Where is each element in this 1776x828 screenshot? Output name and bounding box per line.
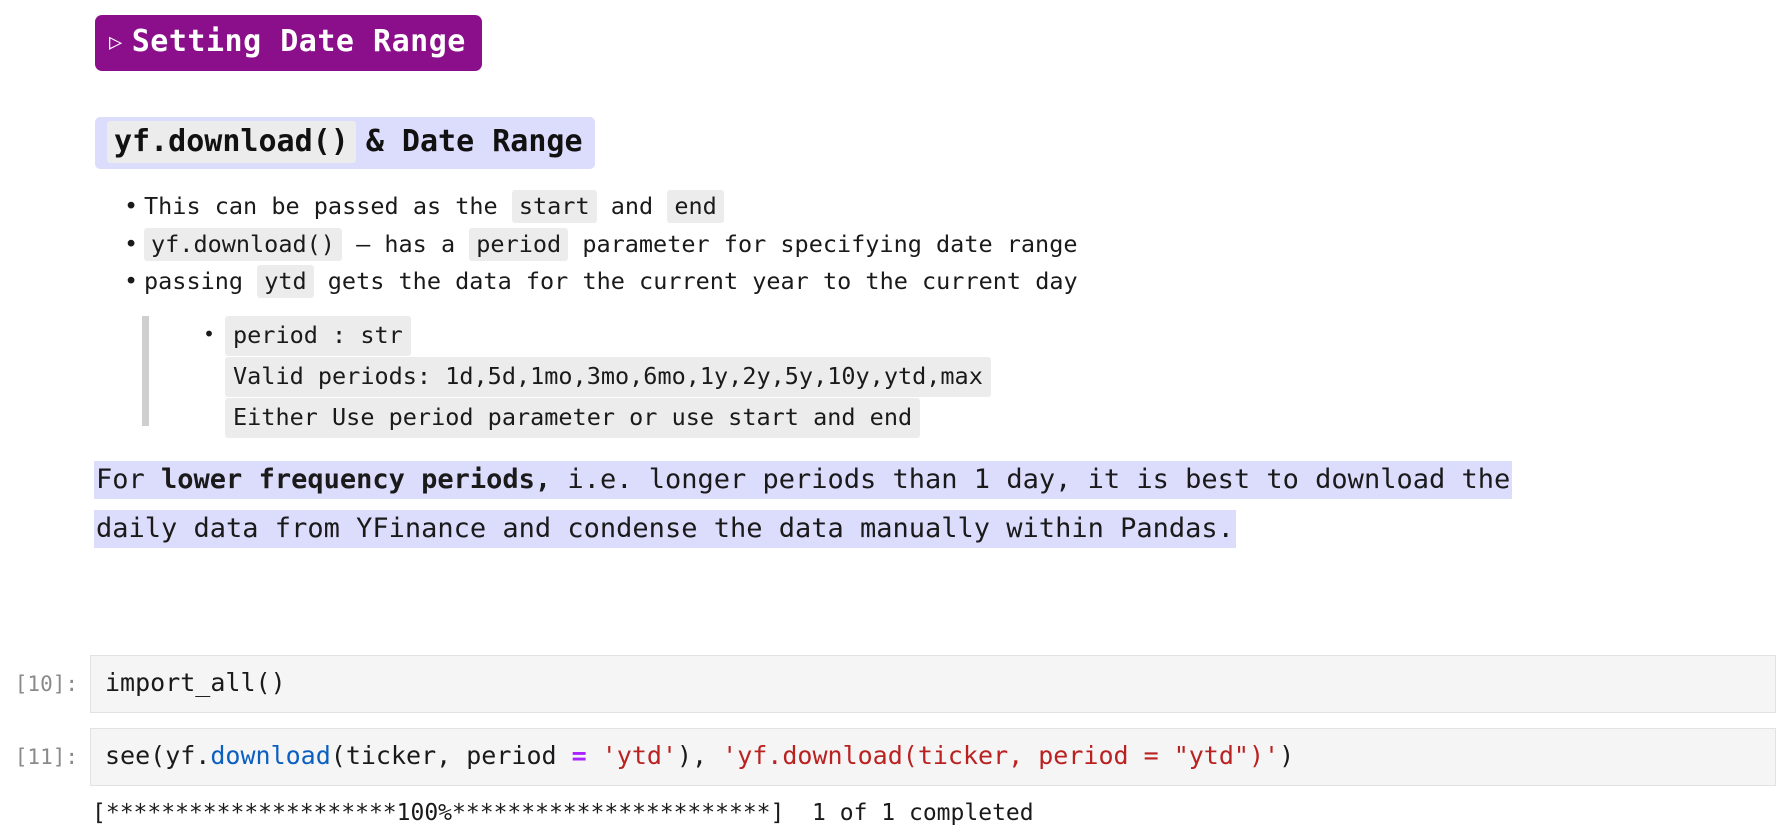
code-token-operator: = <box>571 741 587 770</box>
feature-bullet-list: This can be passed as the start and end … <box>118 188 1078 301</box>
code-cell-11[interactable]: [11]: see(yf.download(ticker, period = '… <box>0 728 1776 786</box>
docstring-param-name: period : str <box>225 316 411 356</box>
sub-heading-text: & Date Range <box>365 124 583 159</box>
docstring-valid-periods: Valid periods: 1d,5d,1mo,3mo,6mo,1y,2y,5… <box>225 357 991 397</box>
inline-code-chip: start <box>511 190 597 223</box>
sub-heading: yf.download() & Date Range <box>95 117 595 169</box>
code-token-plain: ) <box>1279 741 1295 770</box>
list-item: yf.download() – has a period parameter f… <box>124 226 1078 264</box>
highlighted-note-paragraph: For lower frequency periods, i.e. longer… <box>94 455 1514 553</box>
code-token-function: download <box>210 741 331 770</box>
triangle-right-icon: ▷ <box>109 30 123 55</box>
cell-prompt-10: [10]: <box>14 672 78 696</box>
list-item: This can be passed as the start and end <box>124 188 1078 226</box>
sub-heading-code: yf.download() <box>107 121 356 163</box>
section-heading-badge: ▷ Setting Date Range <box>95 15 482 71</box>
inline-code-chip: ytd <box>257 265 314 298</box>
code-cell-10[interactable]: [10]: import_all() <box>0 655 1776 713</box>
code-token-plain: see(yf. <box>105 741 211 770</box>
code-token-plain: (ticker, period <box>330 741 572 770</box>
cell-editor-11[interactable]: see(yf.download(ticker, period = 'ytd'),… <box>90 728 1776 786</box>
docstring-usage-note: Either Use period parameter or use start… <box>225 398 921 438</box>
inline-text: This can be passed as the <box>144 192 512 220</box>
inline-text: – has a <box>341 229 470 258</box>
inline-text: parameter for specifying date range <box>568 229 1078 258</box>
cell-output-text: [*********************100%**************… <box>92 800 1034 826</box>
cell-prompt-11: [11]: <box>14 745 78 769</box>
section-heading-title: Setting Date Range <box>131 24 466 59</box>
cell-editor-10[interactable]: import_all() <box>90 655 1776 713</box>
note-bold-text: lower frequency periods, <box>161 464 552 495</box>
inline-code-chip: yf.download() <box>144 227 342 261</box>
code-token-string: 'ytd' <box>601 741 677 770</box>
period-docstring-blockquote: period : str Valid periods: 1d,5d,1mo,3m… <box>142 316 991 438</box>
inline-text: gets the data for the current year to th… <box>313 267 1078 295</box>
list-item: period : str Valid periods: 1d,5d,1mo,3m… <box>203 316 991 438</box>
docstring-list: period : str Valid periods: 1d,5d,1mo,3m… <box>149 316 991 438</box>
list-item: passing ytd gets the data for the curren… <box>124 263 1078 301</box>
inline-text: passing <box>144 267 258 295</box>
code-token-plain: import_all() <box>105 668 286 697</box>
inline-code-chip: end <box>667 190 724 223</box>
code-token-plain: ), <box>677 741 723 770</box>
code-token-string: 'yf.download(ticker, period = "ytd")' <box>722 741 1280 770</box>
inline-code-chip: period <box>469 227 569 261</box>
note-pre-text: For <box>96 464 162 495</box>
inline-text: and <box>596 192 668 220</box>
notebook-page: ▷ Setting Date Range yf.download() & Date … <box>0 0 1776 828</box>
